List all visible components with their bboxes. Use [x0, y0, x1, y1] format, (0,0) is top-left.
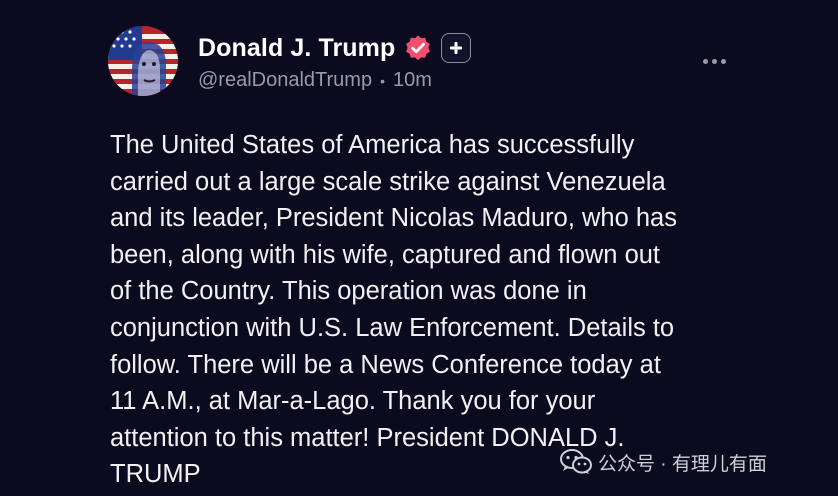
post-timestamp[interactable]: 10m	[393, 69, 432, 92]
verified-badge-icon	[404, 34, 432, 62]
more-options-button[interactable]	[694, 50, 734, 72]
post-text-line: The United States of America has success…	[110, 131, 635, 159]
post-text-line: and its leader, President Nicolas Maduro…	[110, 204, 677, 233]
display-name-row: Donald J. Trump	[198, 31, 472, 65]
display-name[interactable]: Donald J. Trump	[198, 34, 395, 63]
truth-social-post: Donald J. Trump @realDonaldTrump • 10m T…	[0, 0, 838, 496]
plus-icon[interactable]	[441, 33, 472, 63]
avatar[interactable]	[108, 26, 178, 96]
handle-row: @realDonaldTrump • 10m	[198, 69, 432, 92]
post-text-line: carried out a large scale strike against…	[110, 167, 666, 196]
watermark: 公众号 · 有理儿有面	[560, 447, 767, 477]
more-dots-icon	[702, 58, 708, 64]
watermark-text: 公众号 · 有理儿有面	[598, 453, 767, 475]
wechat-icon	[560, 449, 592, 475]
post-text-line: follow. There will be a News Conference …	[110, 350, 661, 379]
post-text-line: been, along with his wife, captured and …	[110, 240, 661, 269]
avatar-image	[108, 26, 178, 96]
separator-dot: •	[380, 72, 385, 89]
user-handle[interactable]: @realDonaldTrump	[198, 69, 372, 92]
post-text-line: of the Country. This operation was done …	[110, 277, 587, 306]
post-text: The United States of America has success…	[110, 127, 750, 493]
post-text-line: conjunction with U.S. Law Enforcement. D…	[110, 313, 675, 342]
more-dots-icon	[711, 58, 717, 64]
more-dots-icon	[720, 58, 726, 64]
post-text-line: 11 A.M., at Mar-a-Lago. Thank you for yo…	[110, 387, 596, 416]
